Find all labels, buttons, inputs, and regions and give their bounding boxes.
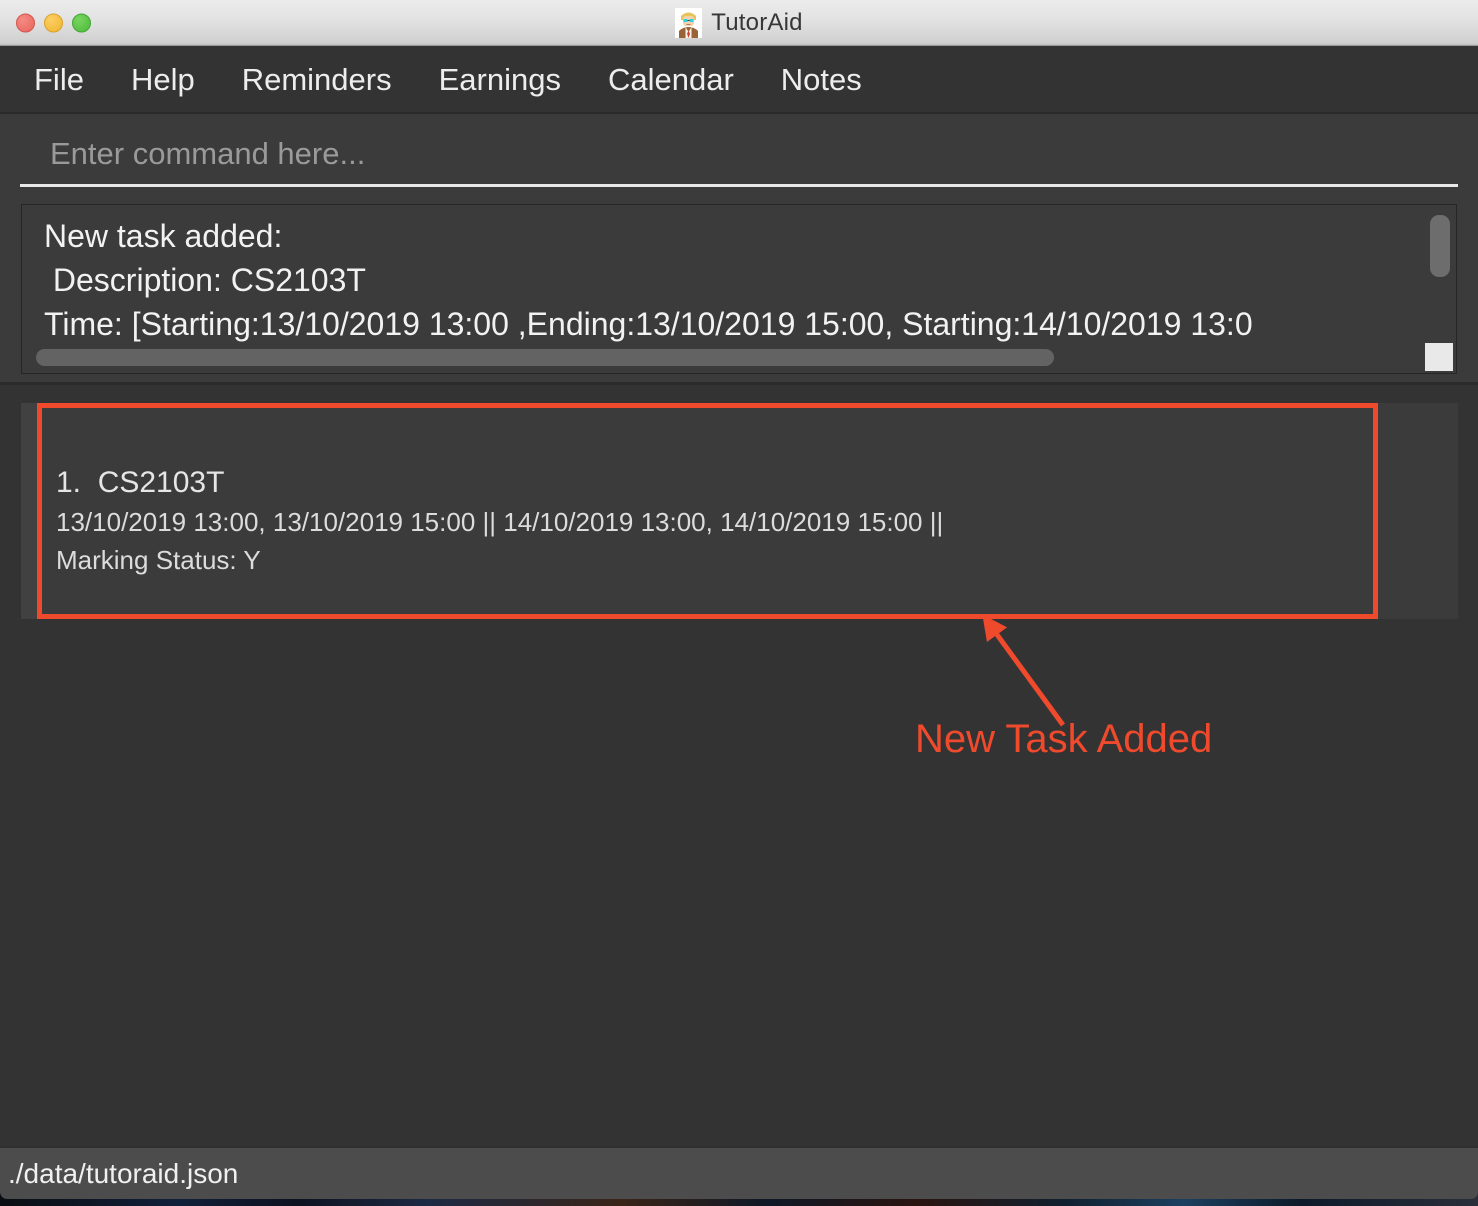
window-title: TutorAid xyxy=(711,8,803,36)
tutor-avatar-icon xyxy=(675,7,703,38)
result-display-text: New task added: Description: CS2103T Tim… xyxy=(44,218,1253,342)
task-list-panel: 1. CS2103T 13/10/2019 13:00, 13/10/2019 … xyxy=(0,382,1478,1155)
minimize-window-button[interactable] xyxy=(44,13,63,32)
annotation-label: New Task Added xyxy=(915,717,1213,761)
close-window-button[interactable] xyxy=(16,13,35,32)
task-title: 1. CS2103T xyxy=(56,466,225,499)
menu-item-file[interactable]: File xyxy=(34,64,84,95)
menu-item-help[interactable]: Help xyxy=(131,64,195,95)
menu-item-earnings[interactable]: Earnings xyxy=(439,64,561,95)
status-bar-file-path: ./data/tutoraid.json xyxy=(8,1157,239,1189)
status-bar: ./data/tutoraid.json xyxy=(0,1146,1478,1199)
application-window: TutorAid File Help Reminders Earnings Ca… xyxy=(0,0,1478,1199)
menu-item-notes[interactable]: Notes xyxy=(781,64,862,95)
result-horizontal-scrollbar-thumb[interactable] xyxy=(36,349,1054,366)
scrollbar-corner xyxy=(1425,343,1453,371)
result-display-panel: New task added: Description: CS2103T Tim… xyxy=(21,204,1457,374)
list-item[interactable]: 1. CS2103T 13/10/2019 13:00, 13/10/2019 … xyxy=(21,403,1458,619)
menu-bar: File Help Reminders Earnings Calendar No… xyxy=(0,46,1478,114)
title-bar: TutorAid xyxy=(0,0,1478,46)
list-item-gutter xyxy=(21,403,37,619)
task-time-range: 13/10/2019 13:00, 13/10/2019 15:00 || 14… xyxy=(56,506,944,537)
menu-item-calendar[interactable]: Calendar xyxy=(608,64,734,95)
result-vertical-scrollbar-thumb[interactable] xyxy=(1430,215,1450,277)
task-card-highlighted[interactable]: 1. CS2103T 13/10/2019 13:00, 13/10/2019 … xyxy=(37,403,1378,619)
maximize-window-button[interactable] xyxy=(72,13,91,32)
result-vertical-scrollbar[interactable] xyxy=(1427,207,1453,343)
result-horizontal-scrollbar[interactable] xyxy=(26,347,1422,369)
window-controls xyxy=(16,13,91,32)
task-list: 1. CS2103T 13/10/2019 13:00, 13/10/2019 … xyxy=(21,403,1458,619)
menu-item-reminders[interactable]: Reminders xyxy=(242,64,392,95)
command-input[interactable] xyxy=(20,130,1458,187)
command-bar xyxy=(0,114,1478,200)
task-marking-status: Marking Status: Y xyxy=(56,544,261,575)
result-display-wrapper: New task added: Description: CS2103T Tim… xyxy=(0,200,1478,382)
title-group: TutorAid xyxy=(675,7,803,38)
